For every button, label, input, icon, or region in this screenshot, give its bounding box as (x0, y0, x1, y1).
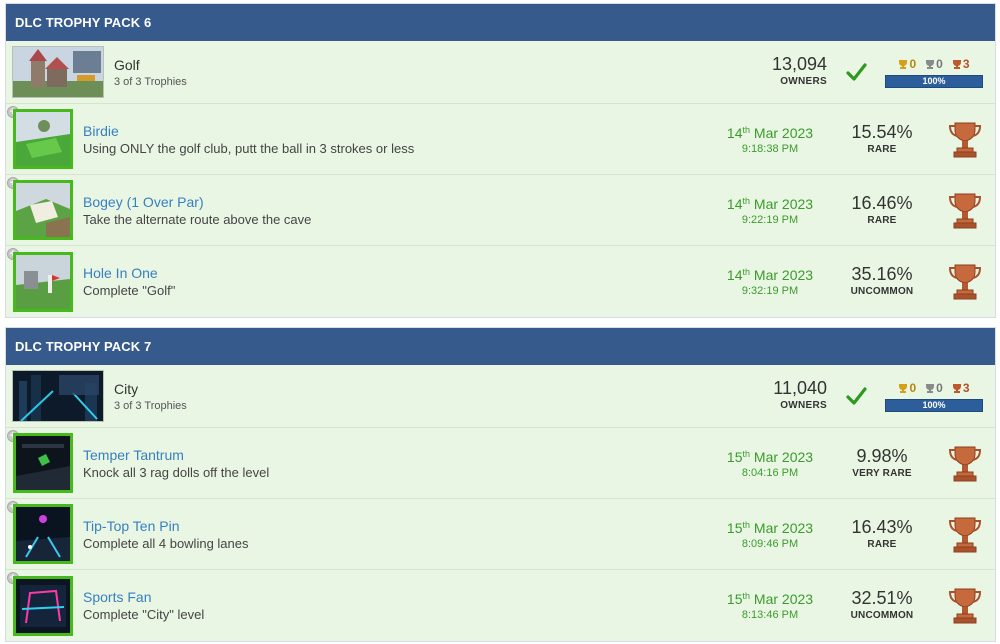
trophy-counts: 0 0 3 100% (885, 380, 983, 412)
bronze-trophy-icon (948, 264, 982, 300)
pack-header: DLC TROPHY PACK 7 (6, 328, 995, 365)
bronze-trophy-icon (948, 446, 982, 482)
trophy-rarity: 15.54% RARE (837, 122, 927, 155)
trophy-rarity: 16.46% RARE (837, 193, 927, 226)
earned-time: 8:13:46 PM (741, 609, 799, 621)
gold-trophy-icon (899, 59, 908, 69)
owners-number: 11,040 (773, 378, 827, 398)
pack-summary: City 3 of 3 Trophies 11,040 OWNERS 0 0 3… (6, 365, 995, 428)
trophy-progress-text: 3 of 3 Trophies (114, 399, 187, 412)
trophy-rarity: 16.43% RARE (837, 517, 927, 550)
pack-summary: Golf 3 of 3 Trophies 13,094 OWNERS 0 0 3… (6, 41, 995, 104)
bronze-trophy-icon (948, 193, 982, 229)
owners-count: 13,094 OWNERS (772, 54, 827, 87)
earned-time: 8:09:46 PM (741, 538, 799, 550)
gold-count: 0 (898, 57, 916, 71)
trophy-rarity: 32.51% UNCOMMON (837, 588, 927, 621)
trophy-row: + Birdie Using ONLY the golf club, putt … (6, 104, 995, 175)
bronze-trophy-icon (952, 383, 961, 393)
game-name[interactable]: Golf (114, 57, 187, 74)
trophy-pack-6: DLC TROPHY PACK 6 Golf 3 of 3 Trophies 1… (5, 3, 996, 318)
completion-progress-bar: 100% (885, 75, 983, 88)
trophy-image[interactable] (13, 251, 73, 312)
silver-count: 0 (925, 381, 943, 395)
bronze-trophy-icon (952, 59, 961, 69)
earned-date: 14th Mar 2023 9:18:38 PM (720, 122, 820, 155)
silver-trophy-icon (926, 383, 935, 393)
pack-header: DLC TROPHY PACK 6 (6, 4, 995, 41)
rarity-label: RARE (867, 215, 897, 226)
trophy-description: Complete all 4 bowling lanes (83, 535, 249, 551)
rarity-percent: 15.54% (851, 122, 913, 142)
trophy-name[interactable]: Birdie (83, 123, 414, 140)
trophy-counts: 0 0 3 100% (885, 56, 983, 88)
trophy-description: Complete "Golf" (83, 283, 176, 298)
completion-progress-bar: 100% (885, 399, 983, 412)
silver-count: 0 (925, 57, 943, 71)
rarity-percent: 35.16% (851, 264, 913, 284)
bronze-trophy-icon (948, 588, 982, 624)
rarity-label: VERY RARE (852, 468, 912, 479)
owners-count: 11,040 OWNERS (773, 378, 827, 411)
trophy-name[interactable]: Tip-Top Ten Pin (83, 518, 248, 535)
gold-count: 0 (898, 381, 916, 395)
rarity-percent: 16.46% (851, 193, 913, 213)
rarity-percent: 32.51% (851, 588, 913, 608)
trophy-image[interactable] (13, 575, 73, 636)
trophy-image[interactable] (13, 180, 73, 240)
silver-trophy-icon (926, 59, 935, 69)
rarity-label: UNCOMMON (850, 286, 914, 297)
earned-time: 9:32:19 PM (741, 285, 799, 297)
earned-time: 9:22:19 PM (741, 214, 799, 226)
trophy-image[interactable] (13, 109, 73, 169)
owners-number: 13,094 (771, 54, 827, 74)
trophy-row: + Temper Tantrum Knock all 3 rag dolls o… (6, 428, 995, 499)
trophy-name[interactable]: Sports Fan (83, 589, 204, 606)
rarity-percent: 16.43% (851, 517, 913, 537)
gold-trophy-icon (899, 383, 908, 393)
trophy-description: Take the alternate route above the cave (83, 211, 312, 227)
earned-date: 14th Mar 2023 9:32:19 PM (720, 264, 820, 297)
trophy-image[interactable] (13, 433, 73, 493)
trophy-row: + Tip-Top Ten Pin Complete all 4 bowling… (6, 499, 995, 570)
trophy-description: Complete "City" level (83, 607, 205, 622)
trophy-description: Knock all 3 rag dolls off the level (83, 464, 270, 480)
bronze-count: 3 (952, 57, 970, 71)
game-image-city[interactable] (12, 370, 104, 422)
rarity-label: RARE (867, 539, 897, 550)
completed-check-icon (846, 387, 867, 405)
earned-date: 14th Mar 2023 9:22:19 PM (720, 193, 820, 226)
trophy-row: + Sports Fan Complete "City" level 15th … (6, 570, 995, 641)
game-name[interactable]: City (114, 381, 187, 398)
earned-time: 9:18:38 PM (741, 143, 799, 155)
trophy-rarity: 35.16% UNCOMMON (837, 264, 927, 297)
earned-date: 15th Mar 2023 8:13:46 PM (720, 588, 820, 621)
trophy-row: + Hole In One Complete "Golf" 14th Mar 2… (6, 246, 995, 317)
trophy-name[interactable]: Hole In One (83, 265, 175, 282)
trophy-progress-text: 3 of 3 Trophies (114, 75, 187, 88)
owners-label: OWNERS (780, 76, 827, 87)
trophy-row: + Bogey (1 Over Par) Take the alternate … (6, 175, 995, 246)
rarity-label: UNCOMMON (850, 610, 914, 621)
bronze-trophy-icon (948, 517, 982, 553)
game-image-golf[interactable] (12, 46, 104, 98)
bronze-count: 3 (952, 381, 970, 395)
completed-check-icon (846, 63, 867, 81)
earned-time: 8:04:16 PM (741, 467, 799, 479)
rarity-percent: 9.98% (856, 446, 908, 466)
earned-date: 15th Mar 2023 8:09:46 PM (720, 517, 820, 550)
trophy-name[interactable]: Bogey (1 Over Par) (83, 194, 311, 211)
trophy-pack-7: DLC TROPHY PACK 7 City 3 of 3 Trophies 1… (5, 327, 996, 642)
earned-date: 15th Mar 2023 8:04:16 PM (720, 446, 820, 479)
trophy-name[interactable]: Temper Tantrum (83, 447, 269, 464)
bronze-trophy-icon (948, 122, 982, 158)
trophy-image[interactable] (13, 504, 73, 564)
owners-label: OWNERS (780, 400, 827, 411)
trophy-description: Using ONLY the golf club, putt the ball … (83, 140, 415, 156)
rarity-label: RARE (867, 144, 897, 155)
trophy-rarity: 9.98% VERY RARE (837, 446, 927, 479)
